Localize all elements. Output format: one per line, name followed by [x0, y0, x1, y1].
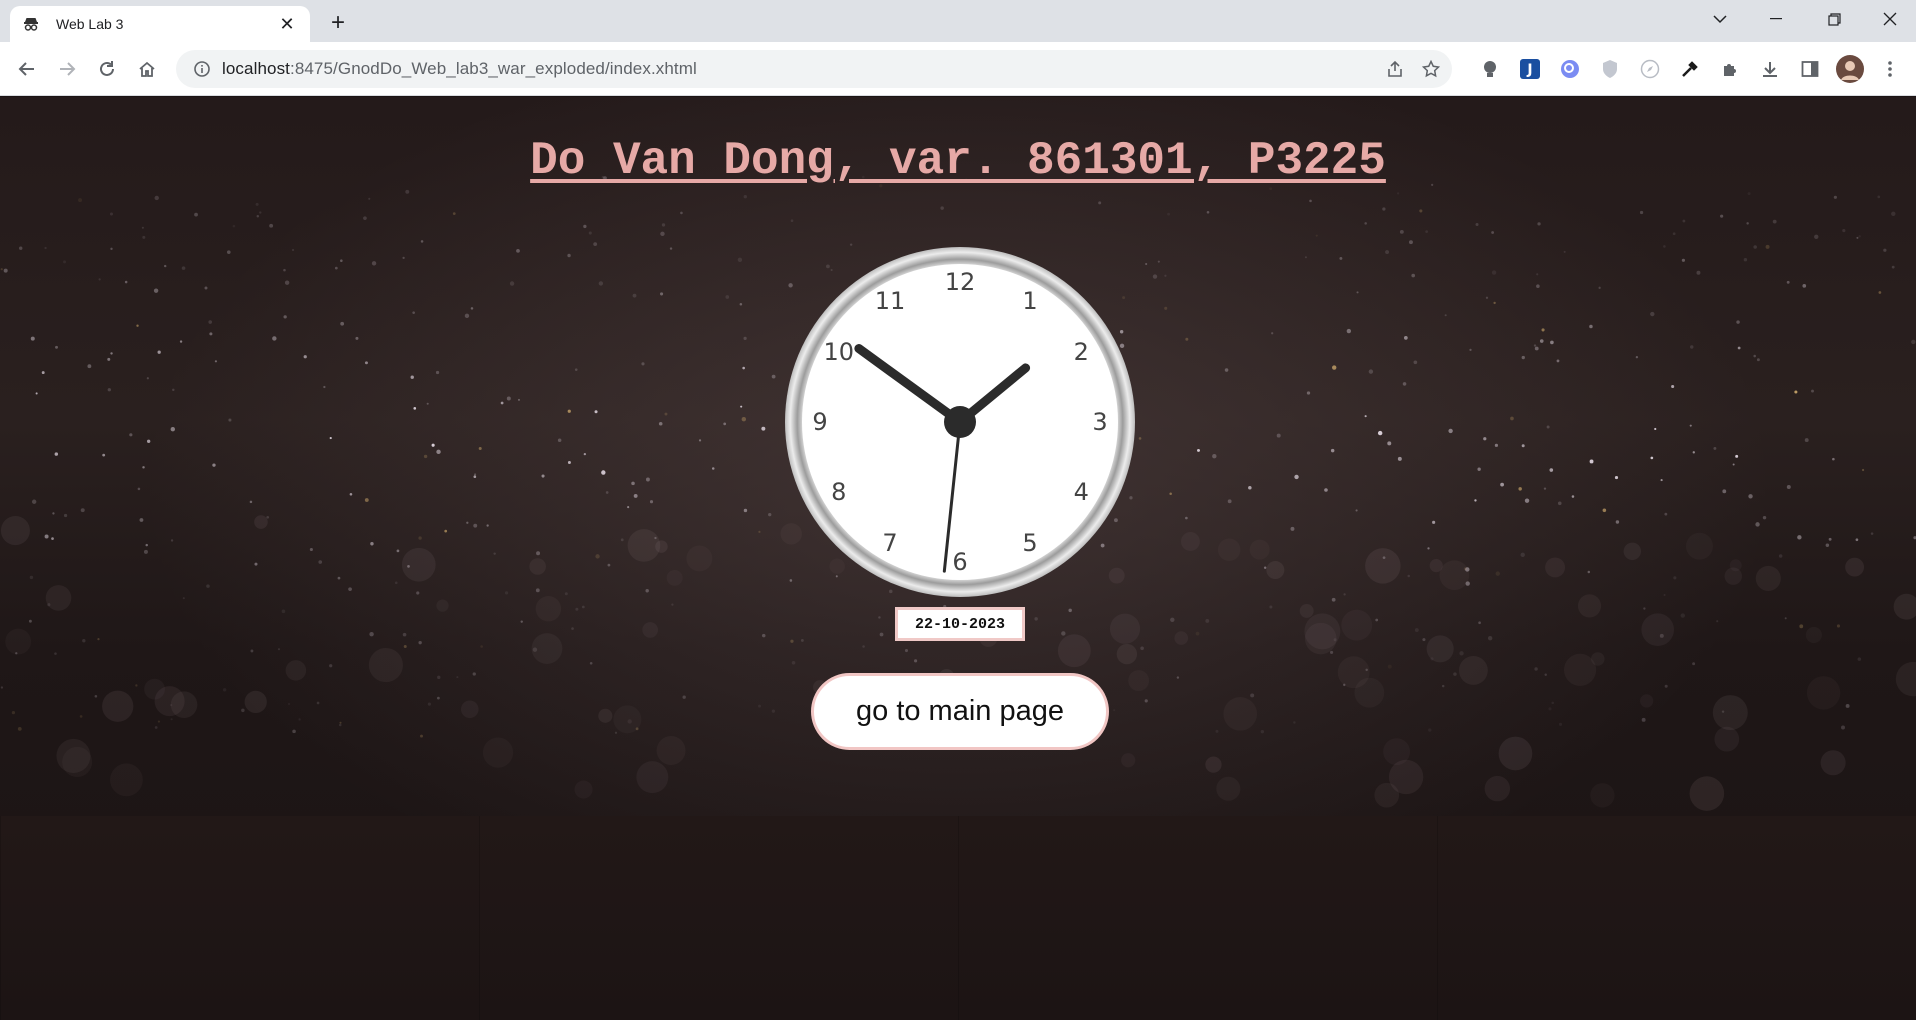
browser-tab[interactable]: Web Lab 3 ✕ — [10, 6, 310, 42]
url-host: localhost — [222, 59, 290, 78]
share-icon[interactable] — [1382, 56, 1408, 82]
spy-favicon-icon — [22, 15, 40, 33]
address-bar[interactable]: localhost:8475/GnodDo_Web_lab3_war_explo… — [176, 50, 1452, 88]
svg-text:J: J — [1526, 62, 1532, 78]
clock-number-1: 1 — [1022, 287, 1037, 315]
site-info-icon[interactable] — [182, 61, 222, 77]
clock-number-6: 6 — [952, 548, 967, 576]
minimize-button[interactable] — [1748, 0, 1804, 38]
compass-extension-icon[interactable] — [1634, 53, 1666, 85]
url-path: :8475/GnodDo_Web_lab3_war_exploded/index… — [290, 59, 697, 78]
tab-search-chevron-icon[interactable] — [1692, 0, 1748, 38]
date-display: 22-10-2023 — [895, 607, 1025, 641]
extensions-icon[interactable] — [1714, 53, 1746, 85]
home-icon[interactable] — [131, 53, 163, 85]
page-viewport: Do Van Dong, var. 861301, P3225 12 1 2 3 4 5 6… — [0, 97, 1916, 1020]
profile-avatar[interactable] — [1834, 53, 1866, 85]
clock-center-cap — [944, 406, 976, 438]
forward-icon[interactable] — [51, 53, 83, 85]
side-panel-icon[interactable] — [1794, 53, 1826, 85]
tab-strip: Web Lab 3 ✕ + — [0, 0, 1916, 42]
browser-toolbar: localhost:8475/GnodDo_Web_lab3_war_explo… — [0, 42, 1916, 96]
clock-number-8: 8 — [831, 478, 846, 506]
url-text: localhost:8475/GnodDo_Web_lab3_war_explo… — [222, 59, 697, 79]
clock-number-12: 12 — [945, 268, 976, 296]
j-extension-icon[interactable]: J — [1514, 53, 1546, 85]
restore-button[interactable] — [1806, 0, 1862, 38]
new-tab-button[interactable]: + — [324, 9, 352, 37]
go-to-main-page-button[interactable]: go to main page — [811, 673, 1109, 750]
background-tiles — [0, 816, 1916, 1020]
clock-number-10: 10 — [823, 338, 854, 366]
clock-number-5: 5 — [1022, 529, 1037, 557]
clock-number-9: 9 — [812, 408, 827, 436]
bookmark-star-icon[interactable] — [1418, 56, 1444, 82]
clock-number-2: 2 — [1074, 338, 1089, 366]
clock-number-7: 7 — [882, 529, 897, 557]
clock-number-3: 3 — [1092, 408, 1107, 436]
more-menu-icon[interactable] — [1874, 53, 1906, 85]
clock-number-11: 11 — [875, 287, 906, 315]
back-icon[interactable] — [11, 53, 43, 85]
page-title: Do Van Dong, var. 861301, P3225 — [530, 135, 1386, 187]
lightbulb-extension-icon[interactable] — [1474, 53, 1506, 85]
eyedropper-extension-icon[interactable] — [1674, 53, 1706, 85]
close-window-button[interactable] — [1862, 0, 1916, 38]
search-extension-icon[interactable] — [1554, 53, 1586, 85]
tab-title: Web Lab 3 — [56, 16, 124, 32]
close-tab-icon[interactable]: ✕ — [276, 13, 298, 35]
clock-number-4: 4 — [1074, 478, 1089, 506]
reload-icon[interactable] — [91, 53, 123, 85]
download-icon[interactable] — [1754, 53, 1786, 85]
analog-clock: 121234567891011 — [785, 247, 1135, 597]
shield-extension-icon[interactable] — [1594, 53, 1626, 85]
